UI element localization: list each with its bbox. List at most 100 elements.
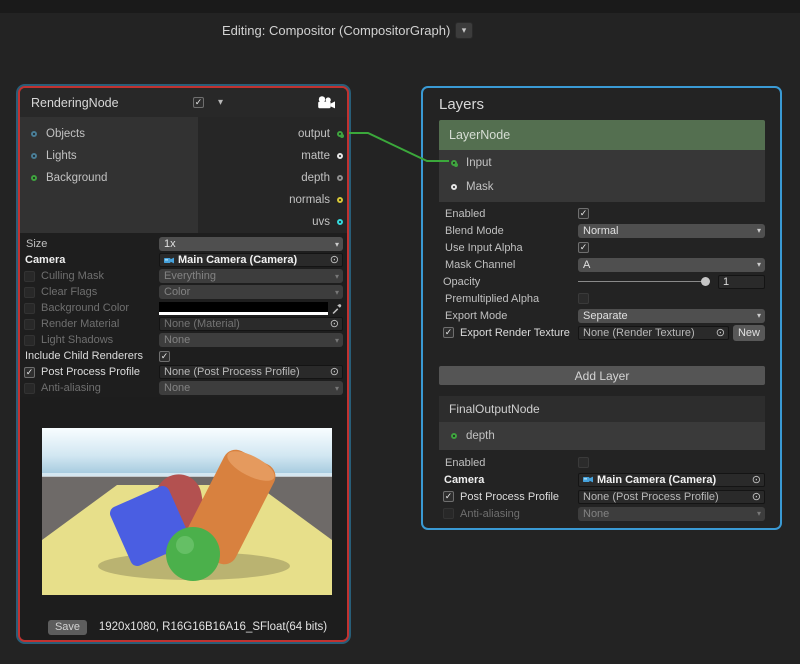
mask-channel-dropdown[interactable]: A▾ [578, 258, 765, 272]
export-render-texture-checkbox[interactable]: ✓ [443, 327, 454, 338]
enabled-label: Enabled [443, 457, 485, 469]
include-child-renderers-checkbox[interactable]: ✓ [159, 351, 170, 362]
port-matte[interactable]: matte [301, 148, 343, 164]
port-mask[interactable]: Mask [439, 175, 765, 199]
editing-target-dropdown-button[interactable]: ▾ [455, 22, 473, 39]
port-lights[interactable]: Lights [31, 148, 77, 164]
camera-value: Main Camera (Camera) [597, 474, 716, 486]
size-dropdown[interactable]: 1x▾ [159, 237, 343, 251]
check-icon: ✓ [580, 209, 588, 218]
opacity-slider[interactable] [578, 276, 713, 287]
layer-node-properties: Enabled ✓ Blend Mode Normal▾ Use Input A… [439, 205, 765, 341]
use-input-alpha-checkbox[interactable]: ✓ [578, 242, 589, 253]
opacity-value-field[interactable]: 1 [718, 275, 765, 289]
background-color-override-checkbox[interactable] [24, 303, 35, 314]
camera-value: Main Camera (Camera) [178, 254, 297, 266]
slider-handle[interactable] [701, 277, 710, 286]
port-input[interactable]: Input [439, 151, 765, 175]
light-shadows-dropdown[interactable]: None▾ [159, 333, 343, 347]
culling-mask-dropdown[interactable]: Everything▾ [159, 269, 343, 283]
anti-aliasing-override-checkbox[interactable] [24, 383, 35, 394]
size-value: 1x [164, 238, 176, 250]
collapse-chevron-icon[interactable]: ▾ [218, 97, 223, 108]
premultiplied-alpha-checkbox[interactable] [578, 293, 589, 304]
final-output-node-title: FinalOutputNode [449, 402, 540, 416]
object-picker-icon[interactable]: ⊙ [328, 318, 341, 330]
new-render-texture-button[interactable]: New [733, 325, 765, 341]
blend-mode-dropdown[interactable]: Normal▾ [578, 224, 765, 238]
culling-mask-override-checkbox[interactable] [24, 271, 35, 282]
background-color-swatch[interactable] [159, 302, 328, 315]
clear-flags-override-checkbox[interactable] [24, 287, 35, 298]
mask-channel-label: Mask Channel [443, 259, 515, 271]
rendering-node-titlebar[interactable]: RenderingNode ✓ ▾ [20, 88, 347, 117]
color-swatch-rgb [159, 302, 328, 312]
rendering-node-properties: Size 1x▾ Camera Main Camera (Camera) ⊙ C… [20, 233, 347, 397]
layer-node-title: LayerNode [449, 128, 510, 142]
post-process-profile-override-checkbox[interactable]: ✓ [24, 367, 35, 378]
clear-flags-label: Clear Flags [41, 286, 97, 298]
port-circle[interactable] [451, 433, 457, 439]
object-picker-icon[interactable]: ⊙ [328, 366, 341, 378]
property-row-include-child-renderers: Include Child Renderers ✓ [20, 348, 347, 364]
port-uvs[interactable]: uvs [312, 214, 343, 230]
anti-aliasing-dropdown[interactable]: None▾ [578, 507, 765, 521]
property-row-post-process-profile: ✓Post Process Profile None (Post Process… [20, 364, 347, 380]
preview-section [20, 397, 347, 618]
slider-track [578, 281, 705, 282]
final-output-node-header[interactable]: FinalOutputNode [439, 396, 765, 422]
post-process-profile-object-field[interactable]: None (Post Process Profile) ⊙ [578, 490, 765, 504]
port-depth[interactable]: depth [301, 170, 343, 186]
port-circle[interactable] [337, 197, 343, 203]
object-picker-icon[interactable]: ⊙ [750, 491, 763, 503]
port-normals[interactable]: normals [289, 192, 343, 208]
port-label: Mask [466, 181, 493, 193]
port-circle[interactable] [337, 153, 343, 159]
size-label: Size [24, 238, 47, 250]
camera-object-field[interactable]: Main Camera (Camera) ⊙ [159, 253, 343, 267]
port-circle-connected[interactable] [337, 131, 343, 137]
port-circle[interactable] [337, 219, 343, 225]
post-process-profile-object-field[interactable]: None (Post Process Profile) ⊙ [159, 365, 343, 379]
add-layer-button[interactable]: Add Layer [439, 366, 765, 385]
enabled-label: Enabled [443, 208, 485, 220]
enabled-checkbox[interactable] [578, 457, 589, 468]
object-picker-icon[interactable]: ⊙ [750, 474, 763, 486]
save-button[interactable]: Save [48, 620, 87, 635]
object-picker-icon[interactable]: ⊙ [328, 254, 341, 266]
port-depth[interactable]: depth [439, 424, 495, 448]
export-render-texture-object-field[interactable]: None (Render Texture) ⊙ [578, 326, 729, 340]
anti-aliasing-dropdown[interactable]: None▾ [159, 381, 343, 395]
render-material-object-field[interactable]: None (Material) ⊙ [159, 317, 343, 331]
render-material-override-checkbox[interactable] [24, 319, 35, 330]
export-mode-dropdown[interactable]: Separate▾ [578, 309, 765, 323]
port-circle[interactable] [451, 184, 457, 190]
rendering-node-enabled-checkbox[interactable]: ✓ [193, 97, 204, 108]
port-label: Lights [46, 150, 77, 162]
port-circle[interactable] [337, 175, 343, 181]
anti-aliasing-value: None [583, 508, 609, 520]
object-picker-icon[interactable]: ⊙ [714, 327, 727, 339]
export-render-texture-label: Export Render Texture [460, 327, 570, 339]
light-shadows-override-checkbox[interactable] [24, 335, 35, 346]
clear-flags-dropdown[interactable]: Color▾ [159, 285, 343, 299]
camera-object-field[interactable]: Main Camera (Camera) ⊙ [578, 473, 765, 487]
eyedropper-icon[interactable] [331, 303, 343, 314]
port-circle[interactable] [31, 153, 37, 159]
port-objects[interactable]: Objects [31, 126, 85, 142]
property-row-camera: Camera Main Camera (Camera) ⊙ [20, 252, 347, 268]
port-circle[interactable] [31, 131, 37, 137]
port-output[interactable]: output [298, 126, 343, 142]
post-process-profile-override-checkbox[interactable]: ✓ [443, 491, 454, 502]
use-input-alpha-label: Use Input Alpha [443, 242, 523, 254]
anti-aliasing-override-checkbox[interactable] [443, 508, 454, 519]
rendering-node-title: RenderingNode [31, 96, 193, 110]
port-circle[interactable] [31, 175, 37, 181]
preview-sphere [166, 527, 220, 581]
port-background[interactable]: Background [31, 170, 107, 186]
port-circle-connected[interactable] [451, 160, 457, 166]
enabled-checkbox[interactable]: ✓ [578, 208, 589, 219]
check-icon: ✓ [161, 352, 169, 361]
layer-node-header[interactable]: LayerNode [439, 120, 765, 150]
render-preview-image [42, 428, 332, 595]
